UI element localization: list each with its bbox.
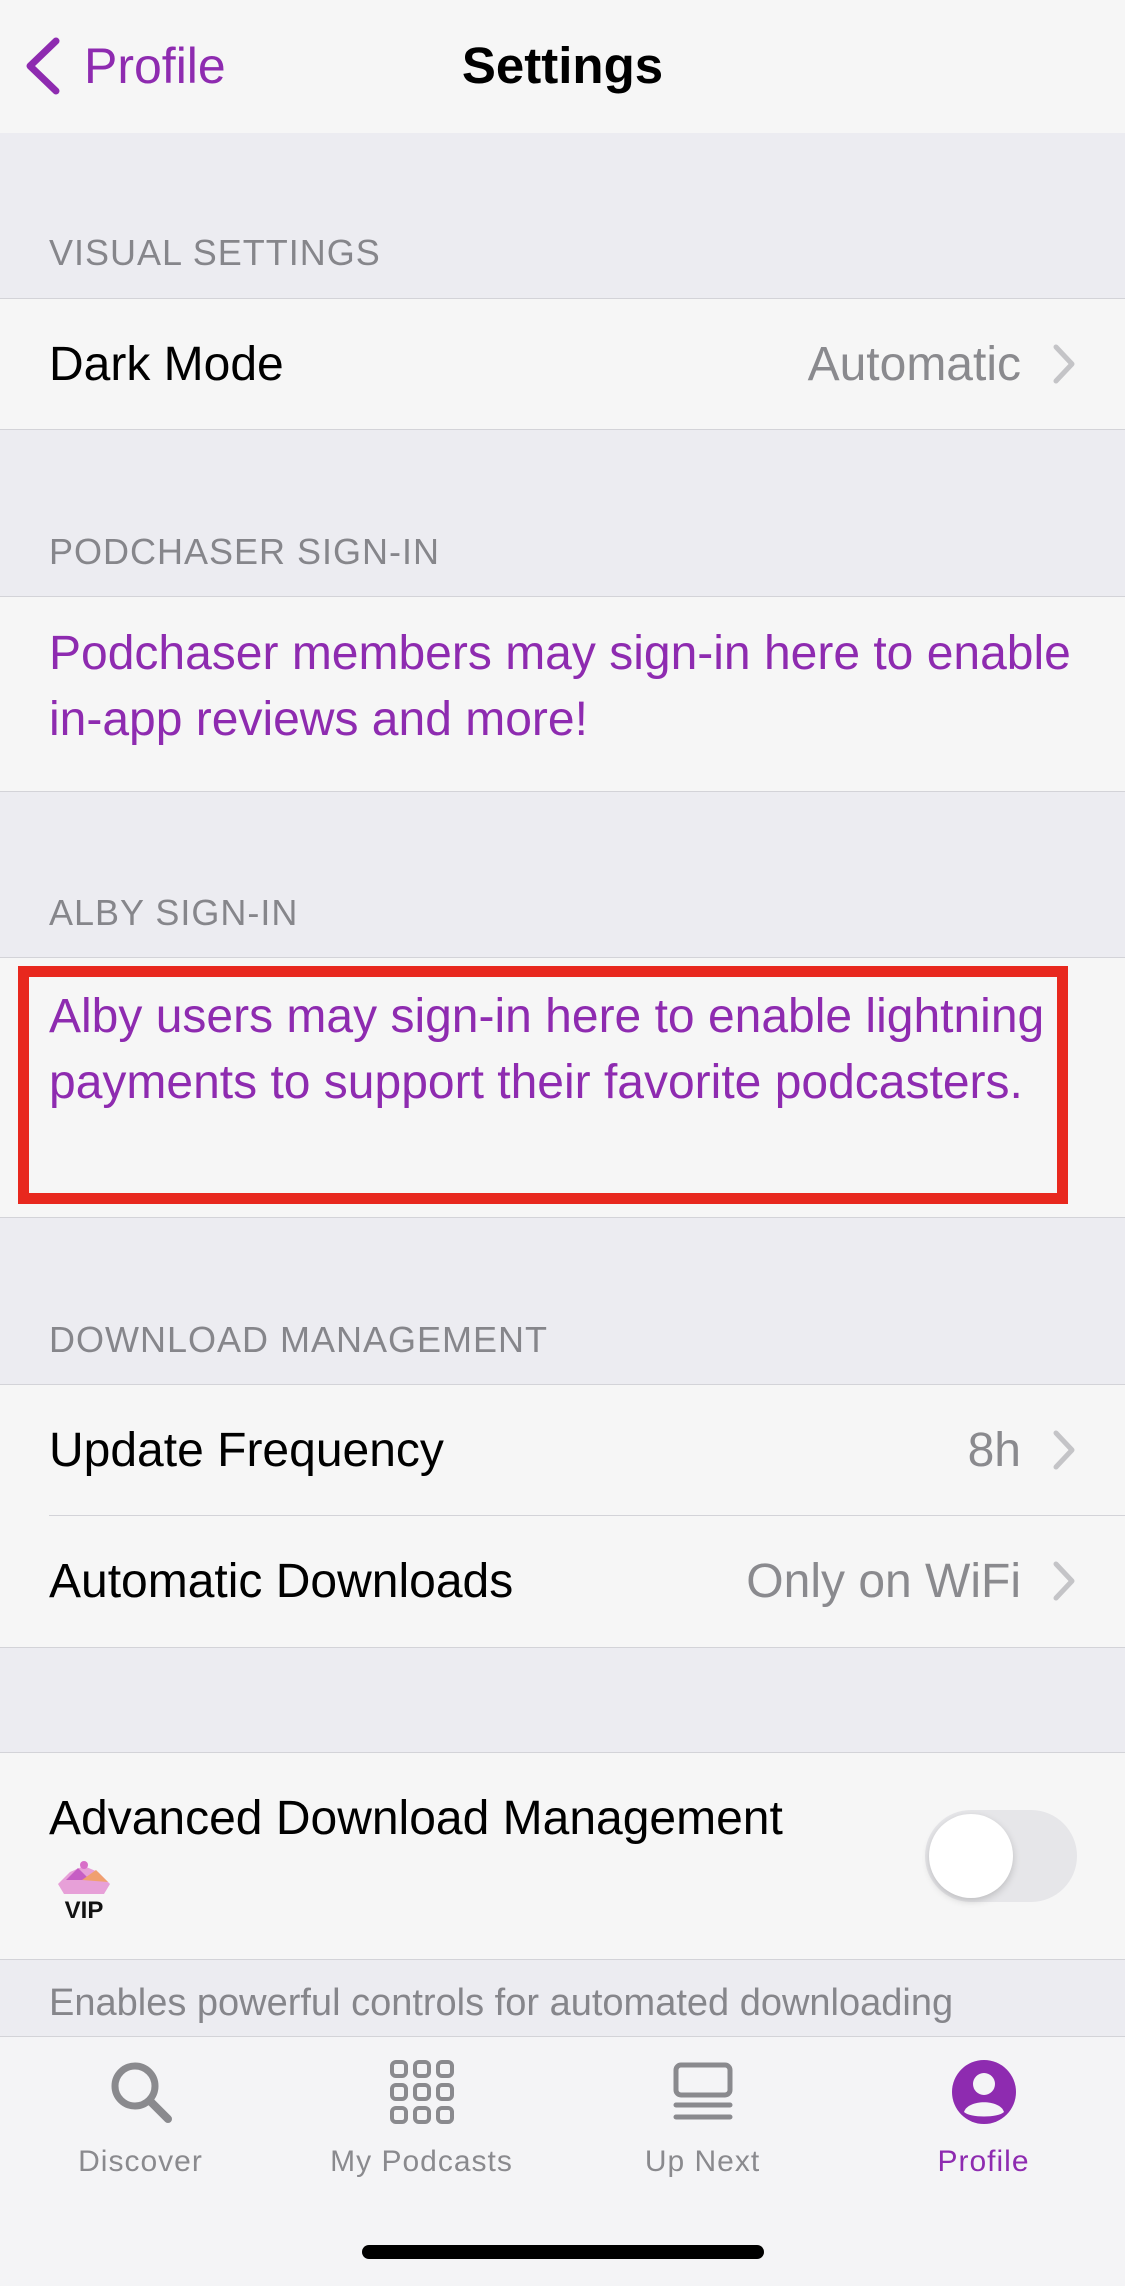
chevron-right-icon	[1053, 1561, 1075, 1601]
section-header-visual: VISUAL SETTINGS	[49, 232, 381, 273]
alby-signin-group: Alby users may sign-in here to enable li…	[0, 957, 1125, 1218]
tab-label: My Podcasts	[330, 2145, 513, 2178]
advanced-download-footer: Enables powerful controls for automated …	[49, 1982, 954, 2024]
home-indicator	[362, 2245, 764, 2259]
download-management-group: Update Frequency 8h Automatic Downloads …	[0, 1384, 1125, 1648]
queue-icon	[673, 2062, 732, 2120]
tab-my-podcasts[interactable]: My Podcasts	[281, 2057, 562, 2207]
dark-mode-value: Automatic	[807, 337, 1021, 391]
vip-crown-icon: VIP	[58, 1861, 110, 1922]
podchaser-signin-link[interactable]: Podchaser members may sign-in here to en…	[49, 621, 1079, 753]
automatic-downloads-label: Automatic Downloads	[49, 1554, 514, 1608]
advanced-download-label: Advanced Download Management	[49, 1792, 783, 1845]
visual-settings-group: Dark Mode Automatic	[0, 298, 1125, 430]
tab-label: Discover	[78, 2145, 203, 2178]
section-header-alby: ALBY SIGN-IN	[49, 892, 299, 933]
search-icon	[111, 2062, 172, 2123]
tab-label: Profile	[937, 2145, 1030, 2178]
page-title: Settings	[461, 37, 664, 94]
chevron-right-icon	[1053, 344, 1075, 384]
toggle-knob	[929, 1814, 1013, 1898]
update-frequency-label: Update Frequency	[49, 1423, 444, 1477]
advanced-download-toggle[interactable]	[925, 1810, 1077, 1902]
profile-icon	[951, 2060, 1016, 2124]
tab-label: Up Next	[644, 2145, 761, 2178]
navigation-bar: Profile Settings	[0, 0, 1125, 133]
tab-profile[interactable]: Profile	[843, 2057, 1124, 2207]
section-header-download: DOWNLOAD MANAGEMENT	[49, 1319, 549, 1360]
dark-mode-row[interactable]: Dark Mode Automatic	[0, 299, 1125, 429]
tab-discover[interactable]: Discover	[0, 2057, 281, 2207]
section-header-podchaser: PODCHASER SIGN-IN	[49, 531, 441, 572]
dark-mode-label: Dark Mode	[49, 337, 284, 391]
chevron-right-icon	[1053, 1430, 1075, 1470]
update-frequency-value: 8h	[967, 1423, 1021, 1477]
update-frequency-row[interactable]: Update Frequency 8h	[0, 1385, 1125, 1515]
automatic-downloads-row[interactable]: Automatic Downloads Only on WiFi	[0, 1516, 1125, 1646]
vip-badge-text: VIP	[65, 1897, 104, 1922]
tab-up-next[interactable]: Up Next	[562, 2057, 843, 2207]
alby-signin-link[interactable]: Alby users may sign-in here to enable li…	[49, 984, 1079, 1116]
grid-icon	[389, 2060, 454, 2124]
automatic-downloads-value: Only on WiFi	[746, 1554, 1021, 1608]
podchaser-signin-group: Podchaser members may sign-in here to en…	[0, 596, 1125, 792]
